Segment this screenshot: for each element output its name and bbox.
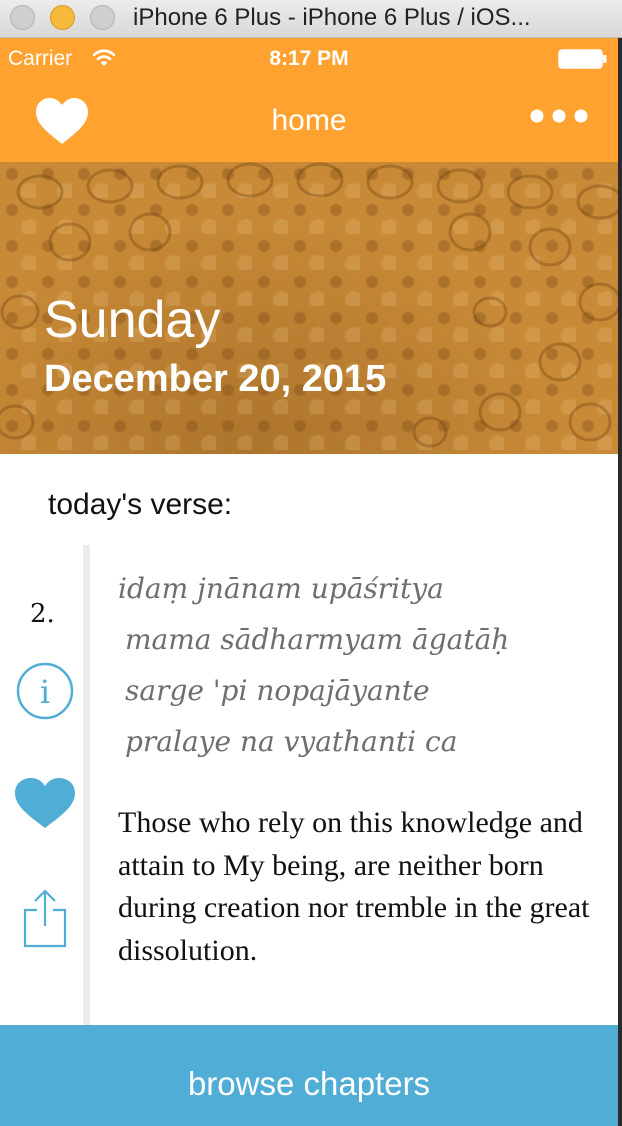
verse-number: 2. <box>30 599 55 629</box>
favorite-heart-icon[interactable] <box>13 776 77 835</box>
verse-translation: Those who rely on this knowledge and att… <box>118 806 590 967</box>
svg-text:i: i <box>40 673 50 711</box>
sanskrit-verse: idaṃ jnānam upāśritya mama sādharmyam āg… <box>118 572 598 776</box>
share-icon[interactable] <box>21 888 69 955</box>
nav-title: home <box>271 104 347 137</box>
info-icon[interactable]: i <box>16 662 74 725</box>
simulator-title-bar: iPhone 6 Plus - iPhone 6 Plus / iOS... <box>0 0 622 38</box>
window-title: iPhone 6 Plus - iPhone 6 Plus / iOS... <box>133 4 531 31</box>
battery-icon <box>558 49 608 74</box>
verse-heading: today's verse: <box>48 488 233 521</box>
window-close-button[interactable] <box>10 5 35 30</box>
date-hero-banner: Sunday December 20, 2015 <box>0 162 618 454</box>
hero-date: December 20, 2015 <box>44 358 387 400</box>
device-screen: Carrier 8:17 PM home Sunday December 20,… <box>0 38 618 1126</box>
verse-side-rule <box>83 545 90 1045</box>
window-edge <box>618 38 622 1126</box>
sanskrit-line: sarge 'pi nopajāyante <box>125 674 430 707</box>
sanskrit-line: idaṃ jnānam upāśritya <box>118 572 444 605</box>
window-minimize-button[interactable] <box>50 5 75 30</box>
sanskrit-line: mama sādharmyam āgatāḥ <box>125 623 510 656</box>
status-bar: Carrier 8:17 PM <box>0 38 618 80</box>
hero-day: Sunday <box>44 291 221 349</box>
navigation-bar: home <box>0 80 618 162</box>
browse-chapters-button[interactable]: browse chapters <box>0 1025 618 1126</box>
status-time: 8:17 PM <box>269 47 349 70</box>
sanskrit-line: pralaye na vyathanti ca <box>125 725 458 758</box>
window-zoom-button[interactable] <box>90 5 115 30</box>
more-icon[interactable] <box>530 108 588 129</box>
